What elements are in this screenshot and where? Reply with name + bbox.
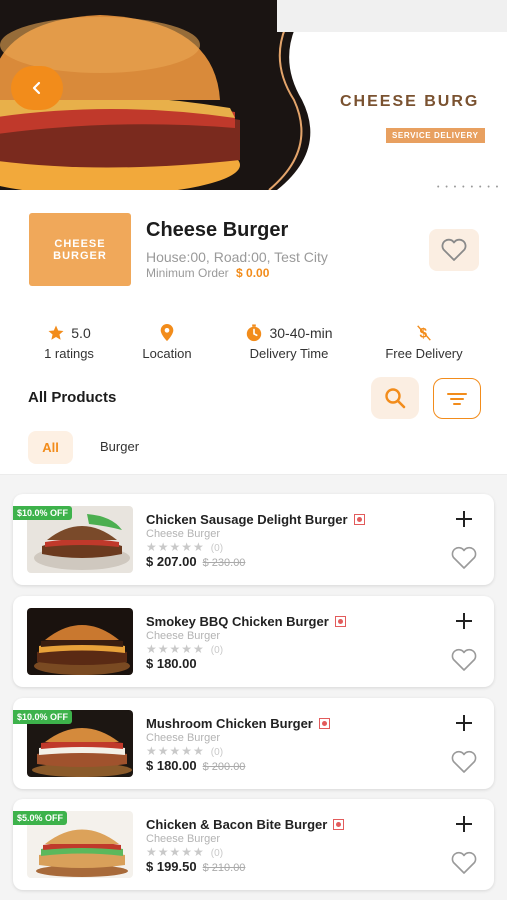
plus-icon[interactable] [453,508,475,530]
non-veg-icon [333,819,345,830]
free-delivery-label: Free Delivery [385,346,463,361]
product-image [27,608,133,675]
price-old: $ 200.00 [202,761,246,773]
product-category: Cheese Burger [146,833,220,845]
filter-button[interactable] [433,378,481,419]
product-name: Chicken Sausage Delight Burger [146,512,365,527]
product-price: $ 199.50 $ 210.00 [146,859,245,874]
restaurant-name: Cheese Burger [146,219,289,241]
product-category: Cheese Burger [146,528,220,540]
delivery-time-label: Delivery Time [249,346,329,361]
plus-icon[interactable] [453,813,475,835]
stopwatch-icon [247,324,262,342]
plus-icon[interactable] [453,712,475,734]
discount-badge: $10.0% OFF [13,710,73,724]
rating-value: 5.0 [71,325,91,341]
chevron-left-icon [32,81,41,95]
heart-icon[interactable] [450,851,478,875]
product-name-text: Smokey BBQ Chicken Burger [146,614,329,629]
location-label: Location [142,346,192,361]
product-category: Cheese Burger [146,630,220,642]
price-current: $ 199.50 [146,859,197,874]
rating-count: (0) [210,848,224,859]
star-rating-icon: ★★★★★ [146,744,205,758]
heart-icon [441,238,467,261]
product-card[interactable]: $10.0% OFF Chicken Sausage Delight Burge… [13,494,494,585]
back-button[interactable] [11,66,63,110]
product-rating: ★★★★★ (0) [146,845,223,859]
location-pin-icon [160,324,174,342]
tab-all[interactable]: All [28,431,73,464]
section-title: All Products [28,389,117,406]
product-name-text: Mushroom Chicken Burger [146,716,313,731]
carousel-dots[interactable]: • • • • • • • • [437,184,500,190]
rating-label: 1 ratings [44,346,94,361]
banner-title: CHEESE BURG [340,93,480,110]
banner-tag: SERVICE DELIVERY [386,128,485,143]
price-current: $ 207.00 [146,554,197,569]
heart-icon[interactable] [450,546,478,570]
search-button[interactable] [371,377,419,419]
non-veg-icon [353,514,365,525]
product-rating: ★★★★★ (0) [146,642,223,656]
product-category: Cheese Burger [146,732,220,744]
tab-burger[interactable]: Burger [100,439,139,454]
location-info[interactable]: Location [133,322,201,361]
favorite-restaurant-button[interactable] [429,229,479,271]
rating-count: (0) [210,645,224,656]
product-name-text: Chicken & Bacon Bite Burger [146,817,328,832]
free-delivery-info: $ Free Delivery [376,322,472,361]
min-order-label: Minimum Order [146,266,229,280]
product-price: $ 180.00 $ 200.00 [146,758,245,773]
heart-icon[interactable] [450,648,478,672]
product-price: $ 180.00 [146,656,197,671]
non-veg-icon [318,718,330,729]
product-card[interactable]: $10.0% OFF Mushroom Chicken Burger Chees… [13,698,494,789]
logo-line1: CHEESE [54,237,106,250]
product-name: Chicken & Bacon Bite Burger [146,817,345,832]
product-price: $ 207.00 $ 230.00 [146,554,245,569]
non-veg-icon [334,616,346,627]
price-current: $ 180.00 [146,656,197,671]
hero-banner: CHEESE BURG SERVICE DELIVERY • • • • • •… [0,0,507,190]
star-icon [48,325,64,340]
min-order-value: $ 0.00 [236,266,270,280]
discount-badge: $10.0% OFF [13,506,73,520]
product-name: Smokey BBQ Chicken Burger [146,614,346,629]
price-old: $ 230.00 [202,557,246,569]
discount-badge: $5.0% OFF [13,811,68,825]
product-card[interactable]: $5.0% OFF Chicken & Bacon Bite Burger Ch… [13,799,494,890]
restaurant-logo: CHEESE BURGER [29,213,131,286]
product-name-text: Chicken Sausage Delight Burger [146,512,348,527]
minimum-order: Minimum Order $ 0.00 [146,266,269,280]
filter-icon [447,392,467,405]
logo-line2: BURGER [53,249,107,262]
star-rating-icon: ★★★★★ [146,845,205,859]
delivery-time-value: 30-40-min [269,325,333,341]
status-bar [277,0,507,32]
star-rating-icon: ★★★★★ [146,540,205,554]
heart-icon[interactable] [450,750,478,774]
delivery-time-info: 30-40-min Delivery Time [239,322,339,361]
plus-icon[interactable] [453,610,475,632]
product-rating: ★★★★★ (0) [146,540,223,554]
star-rating-icon: ★★★★★ [146,642,205,656]
restaurant-address: House:00, Road:00, Test City [146,249,328,265]
rating-count: (0) [210,747,224,758]
search-icon [385,388,406,409]
rating-count: (0) [210,543,224,554]
product-card[interactable]: Smokey BBQ Chicken Burger Cheese Burger … [13,596,494,687]
product-name: Mushroom Chicken Burger [146,716,330,731]
no-fee-icon: $ [417,325,431,341]
product-rating: ★★★★★ (0) [146,744,223,758]
rating-info: 5.0 1 ratings [36,322,102,361]
price-old: $ 210.00 [202,862,246,874]
price-current: $ 180.00 [146,758,197,773]
